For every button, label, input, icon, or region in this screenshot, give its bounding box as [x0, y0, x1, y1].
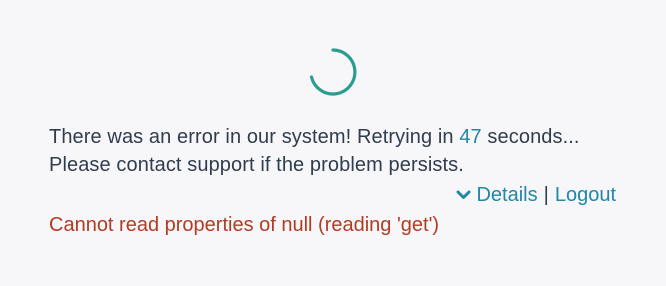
- details-label: Details: [476, 184, 538, 206]
- retry-line: There was an error in our system! Retryi…: [49, 123, 629, 151]
- chevron-down-icon: [456, 189, 471, 201]
- retry-suffix: seconds...: [481, 126, 580, 148]
- retry-prefix: There was an error in our system! Retryi…: [49, 126, 460, 148]
- retry-countdown: 47: [459, 126, 482, 148]
- error-message: There was an error in our system! Retryi…: [49, 123, 629, 179]
- error-detail-text: Cannot read properties of null (reading …: [49, 214, 440, 236]
- loading-spinner-icon: [307, 46, 359, 98]
- error-screen: There was an error in our system! Retryi…: [0, 0, 666, 286]
- logout-link[interactable]: Logout: [555, 181, 616, 209]
- actions-separator: |: [543, 184, 549, 206]
- error-actions: Details | Logout: [456, 181, 616, 209]
- details-link[interactable]: Details: [456, 181, 538, 209]
- support-line: Please contact support if the problem pe…: [49, 154, 464, 176]
